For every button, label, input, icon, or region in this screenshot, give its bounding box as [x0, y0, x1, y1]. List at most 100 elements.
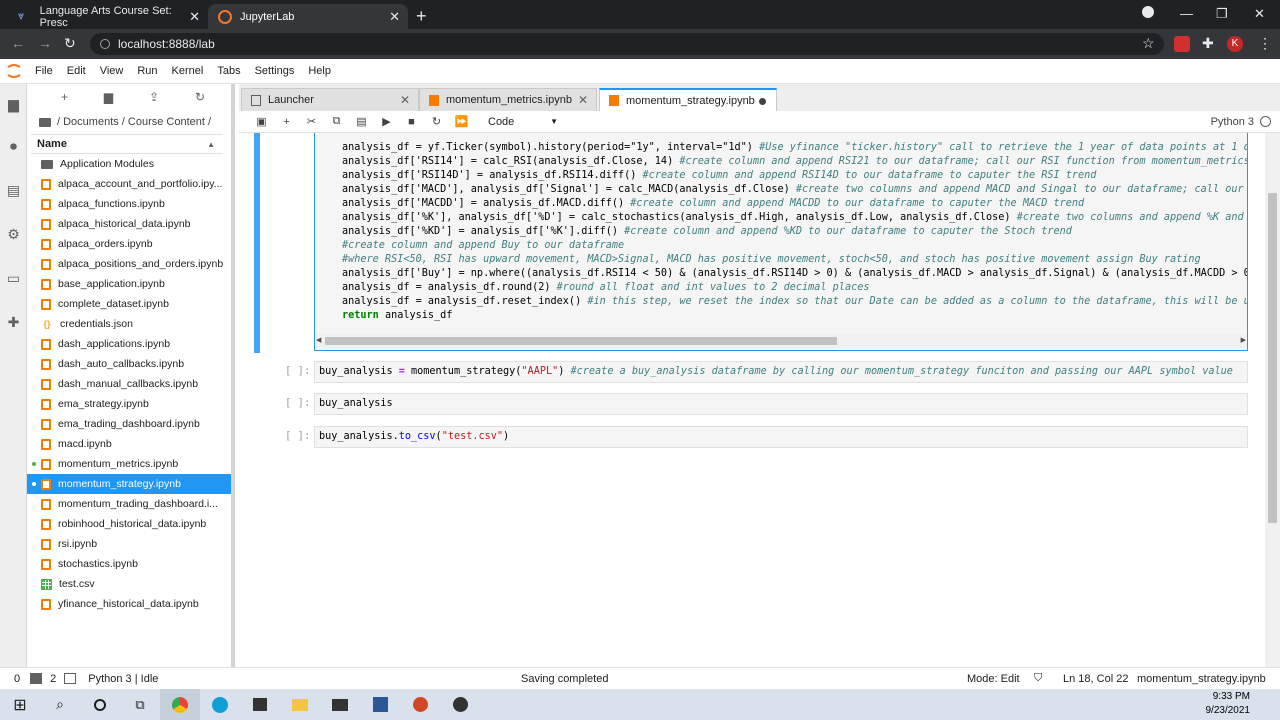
file-list-item[interactable]: alpaca_historical_data.ipynb [27, 214, 231, 234]
browser-tab-course[interactable]: ⩔ Language Arts Course Set: Presc ✕ [8, 4, 208, 29]
file-list-item[interactable]: stochastics.ipynb [27, 554, 231, 574]
code-cell[interactable]: buy_analysis [314, 393, 1248, 415]
trusted-shield-icon[interactable]: ⛉ [1034, 672, 1042, 685]
close-icon[interactable]: ✕ [189, 9, 200, 25]
browser-menu-icon[interactable]: ⋮ [1258, 35, 1272, 52]
scroll-right-icon[interactable]: ▶ [1241, 336, 1246, 344]
new-folder-icon[interactable]: ▆ [104, 90, 113, 104]
menu-help[interactable]: Help [301, 65, 338, 77]
new-launcher-plus-icon[interactable]: + [61, 90, 68, 104]
breadcrumb[interactable]: / Documents / Course Content / [27, 110, 231, 134]
terminal-icon[interactable] [30, 673, 43, 684]
open-tabs-icon[interactable]: ▭ [0, 256, 27, 300]
file-list-item[interactable]: alpaca_functions.ipynb [27, 194, 231, 214]
tab-momentum-metrics[interactable]: momentum_metrics.ipynb ✕ [419, 88, 597, 111]
browser-tab-jupyterlab[interactable]: JupyterLab ✕ [208, 4, 408, 29]
site-info-icon[interactable] [100, 39, 110, 49]
horizontal-scroll-thumb[interactable] [325, 337, 837, 345]
refresh-icon[interactable]: ↻ [195, 90, 205, 104]
tab-momentum-strategy[interactable]: momentum_strategy.ipynb [599, 88, 777, 111]
new-tab-plus-icon[interactable]: + [416, 6, 427, 27]
save-icon[interactable]: ▣ [249, 115, 274, 128]
file-list-item[interactable]: macd.ipynb [27, 434, 231, 454]
profile-menu-icon[interactable] [1142, 6, 1154, 18]
file-list-header[interactable]: Name ▲ [31, 134, 223, 154]
file-list-item[interactable]: test.csv [27, 574, 231, 594]
maximize-icon[interactable]: ❐ [1216, 6, 1228, 22]
file-list-item[interactable]: momentum_metrics.ipynb [27, 454, 231, 474]
window-close-icon[interactable]: ✕ [1254, 6, 1265, 22]
pdf-extension-icon[interactable] [1174, 36, 1190, 52]
forward-arrow-icon[interactable]: → [38, 35, 52, 51]
upload-icon[interactable]: ⇪ [149, 90, 159, 104]
store-icon[interactable] [240, 689, 280, 720]
horizontal-scrollbar[interactable]: ◀ ▶ [315, 334, 1247, 348]
close-icon[interactable]: ✕ [578, 93, 588, 107]
menu-view[interactable]: View [93, 65, 131, 77]
file-list-item[interactable]: ema_trading_dashboard.ipynb [27, 414, 231, 434]
bookmark-star-icon[interactable]: ☆ [1142, 35, 1155, 52]
file-list-item[interactable]: momentum_trading_dashboard.i... [27, 494, 231, 514]
restart-kernel-icon[interactable]: ↻ [424, 115, 449, 128]
folder-icon[interactable] [39, 117, 51, 127]
stop-square-icon[interactable]: ■ [399, 116, 424, 128]
menu-file[interactable]: File [28, 65, 60, 77]
running-sessions-icon[interactable]: ⏺ [0, 124, 27, 168]
reload-icon[interactable]: ↻ [64, 35, 76, 52]
vertical-scrollbar[interactable] [1265, 133, 1280, 667]
sort-caret-up-icon[interactable]: ▲ [207, 140, 215, 149]
file-list-item[interactable]: Application Modules [27, 154, 231, 174]
kernel-name[interactable]: Python 3 [1211, 116, 1254, 128]
file-browser-folder-icon[interactable]: ▆ [0, 84, 27, 124]
file-list-item[interactable]: alpaca_account_and_portfolio.ipy... [27, 174, 231, 194]
file-list-item[interactable]: dash_auto_callbacks.ipynb [27, 354, 231, 374]
search-icon[interactable]: ⌕ [40, 689, 80, 720]
unsaved-dot-icon[interactable] [759, 98, 766, 105]
file-explorer-icon[interactable] [280, 689, 320, 720]
word-icon[interactable] [360, 689, 400, 720]
code-cell[interactable]: buy_analysis = momentum_strategy("AAPL")… [314, 361, 1248, 383]
kernel-status-icon[interactable] [64, 673, 77, 684]
command-palette-icon[interactable]: ▤ [0, 168, 27, 212]
tab-launcher[interactable]: Launcher ✕ [241, 88, 419, 111]
task-view-icon[interactable]: ⧉ [120, 689, 160, 720]
close-icon[interactable]: ✕ [400, 93, 410, 107]
property-inspector-gear-icon[interactable]: ⚙ [0, 212, 27, 256]
system-clock[interactable]: 9:33 PM 9/23/2021 [1206, 690, 1251, 718]
status-terminals-count[interactable]: 0 [14, 673, 20, 685]
file-list-item[interactable]: momentum_strategy.ipynb [27, 474, 231, 494]
file-list-item[interactable]: dash_applications.ipynb [27, 334, 231, 354]
file-list-item[interactable]: yfinance_historical_data.ipynb [27, 594, 231, 614]
obs-icon[interactable] [440, 689, 480, 720]
menu-kernel[interactable]: Kernel [165, 65, 211, 77]
file-list-item[interactable]: complete_dataset.ipynb [27, 294, 231, 314]
back-arrow-icon[interactable]: ← [11, 35, 25, 51]
cut-scissors-icon[interactable]: ✂ [299, 115, 324, 128]
menu-tabs[interactable]: Tabs [210, 65, 247, 77]
menu-run[interactable]: Run [130, 65, 164, 77]
terminal-app-icon[interactable] [320, 689, 360, 720]
close-icon[interactable]: ✕ [389, 9, 400, 25]
vertical-scroll-thumb[interactable] [1268, 193, 1277, 523]
file-list-item[interactable]: robinhood_historical_data.ipynb [27, 514, 231, 534]
url-input[interactable]: localhost:8888/lab [90, 33, 1164, 55]
chrome-icon[interactable] [160, 689, 200, 720]
profile-avatar[interactable]: K [1227, 36, 1243, 52]
cortana-circle-icon[interactable] [80, 689, 120, 720]
file-list-item[interactable]: dash_manual_callbacks.ipynb [27, 374, 231, 394]
file-list-item[interactable]: alpaca_orders.ipynb [27, 234, 231, 254]
restart-run-all-icon[interactable]: ⏩ [449, 115, 474, 128]
insert-cell-plus-icon[interactable]: + [274, 116, 299, 128]
powerpoint-icon[interactable] [400, 689, 440, 720]
status-kernels-count[interactable]: 2 [50, 673, 56, 685]
run-play-icon[interactable]: ▶ [374, 115, 399, 128]
windows-start-icon[interactable]: ⊞ [0, 689, 40, 720]
menu-settings[interactable]: Settings [248, 65, 302, 77]
edge-icon[interactable] [200, 689, 240, 720]
file-list-item[interactable]: ema_strategy.ipynb [27, 394, 231, 414]
paste-icon[interactable]: ▤ [349, 115, 374, 128]
file-list-item[interactable]: rsi.ipynb [27, 534, 231, 554]
extensions-puzzle-icon[interactable]: ✚ [1202, 35, 1214, 52]
file-list-item[interactable]: base_application.ipynb [27, 274, 231, 294]
file-list-item[interactable]: {} credentials.json [27, 314, 231, 334]
